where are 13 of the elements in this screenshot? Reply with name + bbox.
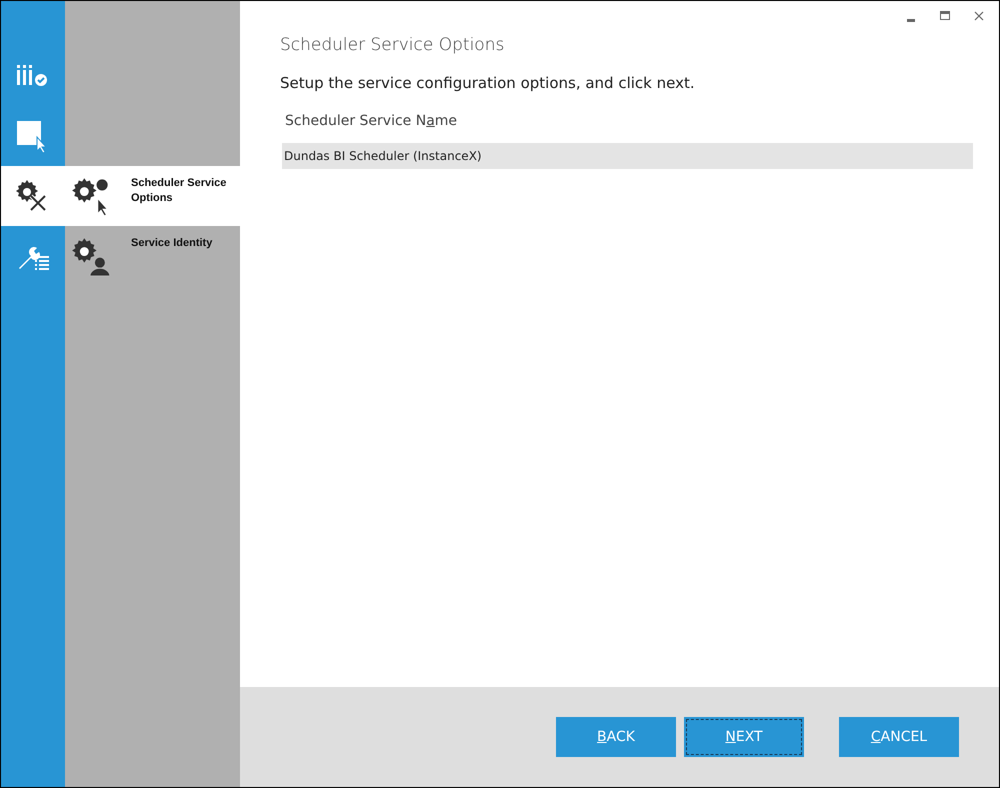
- close-icon: [972, 9, 986, 23]
- field-label: Scheduler Service Name: [285, 113, 458, 129]
- maximize-icon: [938, 9, 952, 23]
- step-label: Service Identity: [131, 236, 212, 251]
- step-item[interactable]: Scheduler Service Options: [1, 166, 240, 226]
- instruction-text: Setup the service configuration options, and click next.: [280, 74, 696, 92]
- step-label: Scheduler Service Options: [131, 176, 228, 206]
- gear-user-icon: [71, 236, 111, 276]
- page-title: Scheduler Service Options: [280, 35, 506, 55]
- minimize-icon: [907, 18, 915, 22]
- gear-pointer-icon: [71, 176, 111, 216]
- service-name-field[interactable]: Dundas BI Scheduler (InstanceX): [282, 143, 973, 169]
- step-item[interactable]: Service Identity: [1, 226, 240, 286]
